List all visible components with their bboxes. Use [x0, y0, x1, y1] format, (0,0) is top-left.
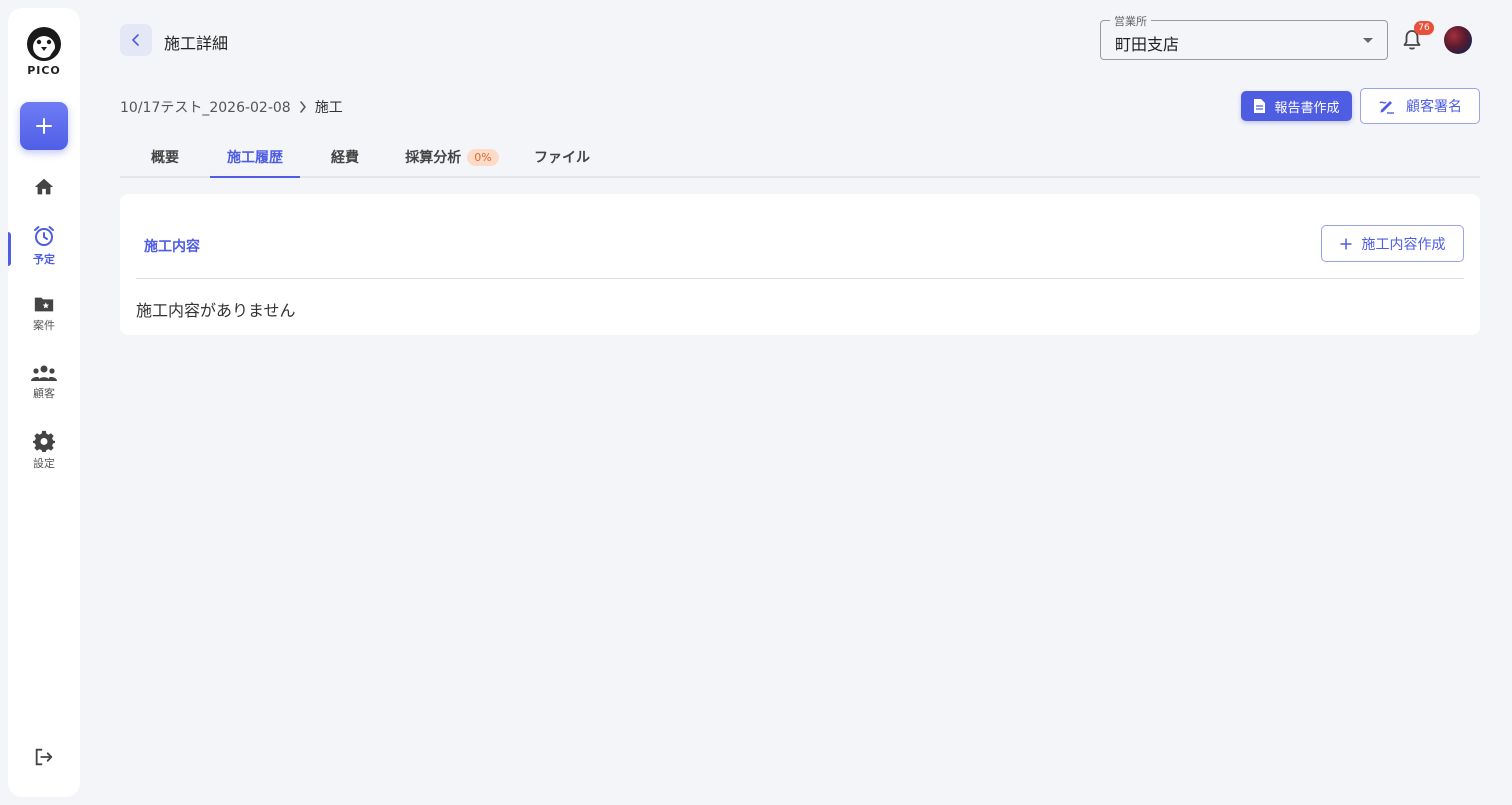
notification-count-badge: 76 [1414, 21, 1434, 35]
caret-down-icon [1363, 38, 1373, 43]
tab-label: 経費 [331, 150, 359, 166]
add-construction-content-label: 施工内容作成 [1361, 236, 1446, 253]
tab-construction-history[interactable]: 施工履歴 [210, 138, 300, 178]
folder-star-icon [34, 297, 54, 312]
tab-bar: 概要 施工履歴 経費 採算分析 0% ファイル [120, 138, 1480, 178]
chevron-left-icon [132, 34, 139, 46]
app-logo[interactable]: PICO [8, 24, 80, 77]
tab-label: 施工履歴 [227, 150, 283, 166]
divider [136, 278, 1464, 279]
create-new-button[interactable] [20, 102, 68, 150]
empty-state-text: 施工内容がありません [136, 301, 296, 320]
logo-text: PICO [27, 64, 61, 77]
sidebar-item-settings[interactable]: 設定 [8, 430, 80, 471]
home-icon [34, 178, 54, 195]
plus-icon [36, 118, 52, 134]
penguin-logo-icon [27, 27, 61, 61]
sidebar: PICO 予定 案件 顧客 設定 [8, 8, 80, 797]
sidebar-item-projects[interactable]: 案件 [8, 294, 80, 333]
tab-label: 採算分析 [405, 150, 462, 166]
sidebar-item-label: 予定 [33, 253, 55, 266]
page-title: 施工詳細 [164, 34, 229, 53]
tab-label: 概要 [151, 150, 179, 166]
logout-icon [35, 748, 53, 766]
create-report-label: 報告書作成 [1274, 100, 1340, 116]
tab-label: ファイル [534, 150, 590, 166]
sidebar-item-label: 設定 [33, 457, 55, 470]
breadcrumb-project-link[interactable]: 10/17テスト_2026-02-08 [120, 97, 291, 117]
tab-files[interactable]: ファイル [514, 138, 610, 176]
document-icon [1254, 99, 1266, 113]
breadcrumb: 10/17テスト_2026-02-08 施工 [120, 97, 343, 117]
user-avatar[interactable] [1444, 26, 1472, 54]
branch-select-label: 営業所 [1110, 13, 1151, 29]
chevron-right-icon [299, 101, 307, 113]
tab-expenses[interactable]: 経費 [300, 138, 390, 176]
sidebar-item-label: 顧客 [33, 387, 55, 400]
tab-profitability[interactable]: 採算分析 0% [390, 138, 514, 176]
back-button[interactable] [120, 24, 152, 56]
tab-overview[interactable]: 概要 [120, 138, 210, 176]
profitability-badge: 0% [467, 148, 499, 166]
sidebar-item-home[interactable] [8, 176, 80, 198]
branch-select-value: 町田支店 [1115, 35, 1180, 54]
breadcrumb-current: 施工 [314, 100, 343, 116]
card-title: 施工内容 [144, 239, 200, 255]
gear-icon [33, 430, 55, 452]
add-construction-content-button[interactable]: 施工内容作成 [1321, 225, 1464, 262]
sidebar-item-customers[interactable]: 顧客 [8, 364, 80, 401]
customer-signature-button[interactable]: 顧客署名 [1360, 88, 1480, 124]
construction-content-card: 施工内容 施工内容作成 施工内容がありません [120, 194, 1480, 335]
customer-signature-label: 顧客署名 [1406, 99, 1462, 115]
logout-button[interactable] [8, 746, 80, 768]
create-report-button[interactable]: 報告書作成 [1241, 91, 1352, 121]
alarm-clock-icon [34, 226, 54, 246]
sidebar-item-schedule[interactable]: 予定 [8, 224, 80, 267]
signature-pen-icon [1379, 101, 1394, 114]
sidebar-item-label: 案件 [33, 319, 55, 332]
people-icon [31, 365, 57, 381]
branch-select[interactable]: 営業所 町田支店 [1100, 13, 1388, 60]
plus-icon [1340, 238, 1351, 249]
